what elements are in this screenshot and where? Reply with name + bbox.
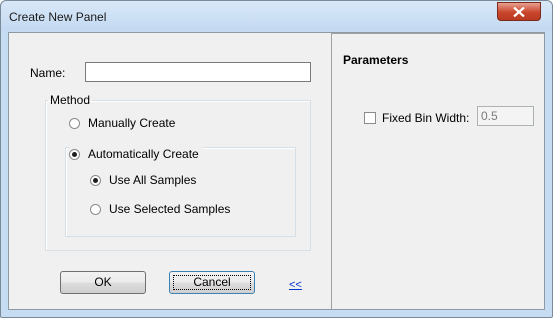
radio-button-manual[interactable] [69,117,80,129]
name-label: Name: [30,66,66,80]
manual-create-label: Manually Create [88,116,176,130]
fixed-bin-width-label[interactable]: Fixed Bin Width: [382,111,469,125]
auto-create-label: Automatically Create [88,147,199,161]
radio-button-use-all[interactable] [90,174,101,186]
ok-button[interactable]: OK [60,271,146,294]
fixed-bin-width-checkbox[interactable] [364,112,376,124]
auto-create-radio[interactable]: Automatically Create [69,146,203,162]
radio-button-auto[interactable] [69,148,80,160]
title-bar[interactable]: Create New Panel [1,1,552,31]
focus-rectangle [173,275,251,290]
use-selected-samples-radio[interactable]: Use Selected Samples [90,201,230,217]
radio-button-use-selected[interactable] [90,203,101,215]
dialog-window: Create New Panel Name: Method Manually C… [0,0,553,318]
bin-width-input[interactable] [477,106,534,126]
create-panel-pane: Name: Method Manually Create Automatical… [9,33,331,309]
cancel-button[interactable]: Cancel [169,271,255,294]
dialog-body: Name: Method Manually Create Automatical… [8,32,545,310]
close-button[interactable] [497,2,541,21]
window-title: Create New Panel [9,10,107,24]
use-selected-samples-label: Use Selected Samples [109,202,231,216]
method-legend: Method [50,93,91,107]
use-all-samples-radio[interactable]: Use All Samples [90,172,196,188]
manual-create-radio[interactable]: Manually Create [69,115,175,131]
close-icon [513,7,525,17]
parameters-pane: Parameters Fixed Bin Width: [331,33,544,309]
name-input[interactable] [85,62,311,82]
use-all-samples-label: Use All Samples [109,173,197,187]
collapse-parameters-link[interactable]: << [289,279,302,291]
parameters-title: Parameters [343,53,409,67]
